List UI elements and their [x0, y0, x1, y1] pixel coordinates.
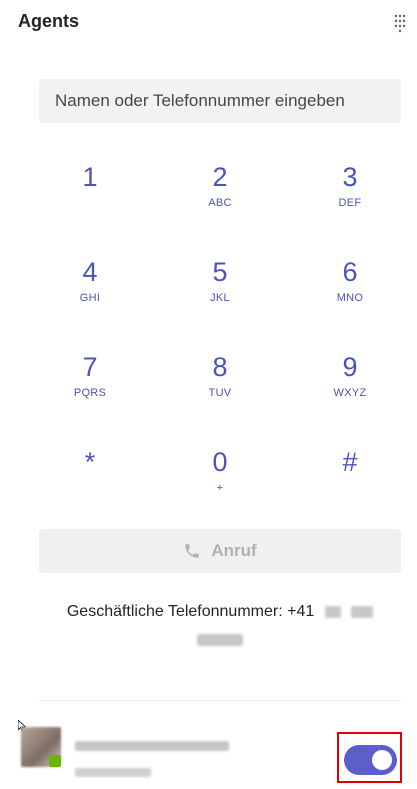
dial-key-digit: 0 [212, 447, 228, 477]
availability-toggle[interactable] [344, 745, 397, 775]
dial-key-8[interactable]: 8 TUV [155, 340, 285, 435]
search-input[interactable] [39, 79, 401, 123]
presence-status-badge [49, 755, 61, 767]
redacted-number-part [197, 633, 243, 646]
redacted-user-name [75, 741, 229, 751]
business-number: Geschäftliche Telefonnummer: +41 [30, 598, 410, 654]
dial-key-star[interactable]: * [25, 435, 155, 530]
dial-key-digit: 1 [82, 162, 98, 192]
dial-key-7[interactable]: 7 PQRS [25, 340, 155, 435]
dial-key-digit: # [342, 447, 358, 477]
dial-key-letters: ABC [208, 197, 232, 209]
dial-key-6[interactable]: 6 MNO [285, 245, 415, 340]
dial-key-3[interactable]: 3 DEF [285, 150, 415, 245]
toggle-knob [372, 750, 392, 770]
dial-key-letters: TUV [208, 387, 232, 399]
dial-key-5[interactable]: 5 JKL [155, 245, 285, 340]
dial-key-digit: 5 [212, 257, 228, 287]
dial-key-digit: 7 [82, 352, 98, 382]
dial-pad: 1 2 ABC 3 DEF 4 GHI 5 JKL 6 MNO 7 PQRS 8… [25, 150, 415, 530]
redacted-user-status [75, 768, 151, 777]
dots-grid-icon[interactable] [393, 13, 407, 33]
dial-key-digit: 8 [212, 352, 228, 382]
dial-key-letters: JKL [210, 292, 230, 304]
dial-key-1[interactable]: 1 [25, 150, 155, 245]
call-button-label: Anruf [211, 541, 257, 560]
redacted-number-part [351, 605, 374, 618]
business-number-label: Geschäftliche Telefonnummer: +41 [66, 603, 315, 620]
dial-key-4[interactable]: 4 GHI [25, 245, 155, 340]
dial-key-digit: 3 [342, 162, 358, 192]
dial-key-letters: + [216, 482, 224, 494]
header: Agents [0, 0, 417, 48]
dial-key-letters: WXYZ [333, 387, 367, 399]
dial-key-2[interactable]: 2 ABC [155, 150, 285, 245]
redacted-number-part [324, 605, 341, 618]
dial-key-digit: 2 [212, 162, 228, 192]
dial-key-letters: DEF [338, 197, 362, 209]
dial-key-digit: 6 [342, 257, 358, 287]
dial-key-letters: PQRS [73, 387, 107, 399]
dial-key-hash[interactable]: # [285, 435, 415, 530]
dial-key-digit: 9 [342, 352, 358, 382]
call-button[interactable]: Anruf [39, 529, 401, 573]
dial-key-9[interactable]: 9 WXYZ [285, 340, 415, 435]
dial-key-letters: MNO [336, 292, 364, 304]
dial-key-letters: GHI [79, 292, 101, 304]
page-title: Agents [18, 11, 80, 31]
dial-key-digit: * [84, 447, 96, 477]
dial-key-digit: 4 [82, 257, 98, 287]
phone-icon [185, 544, 200, 558]
dial-key-0[interactable]: 0 + [155, 435, 285, 530]
divider [39, 700, 401, 701]
